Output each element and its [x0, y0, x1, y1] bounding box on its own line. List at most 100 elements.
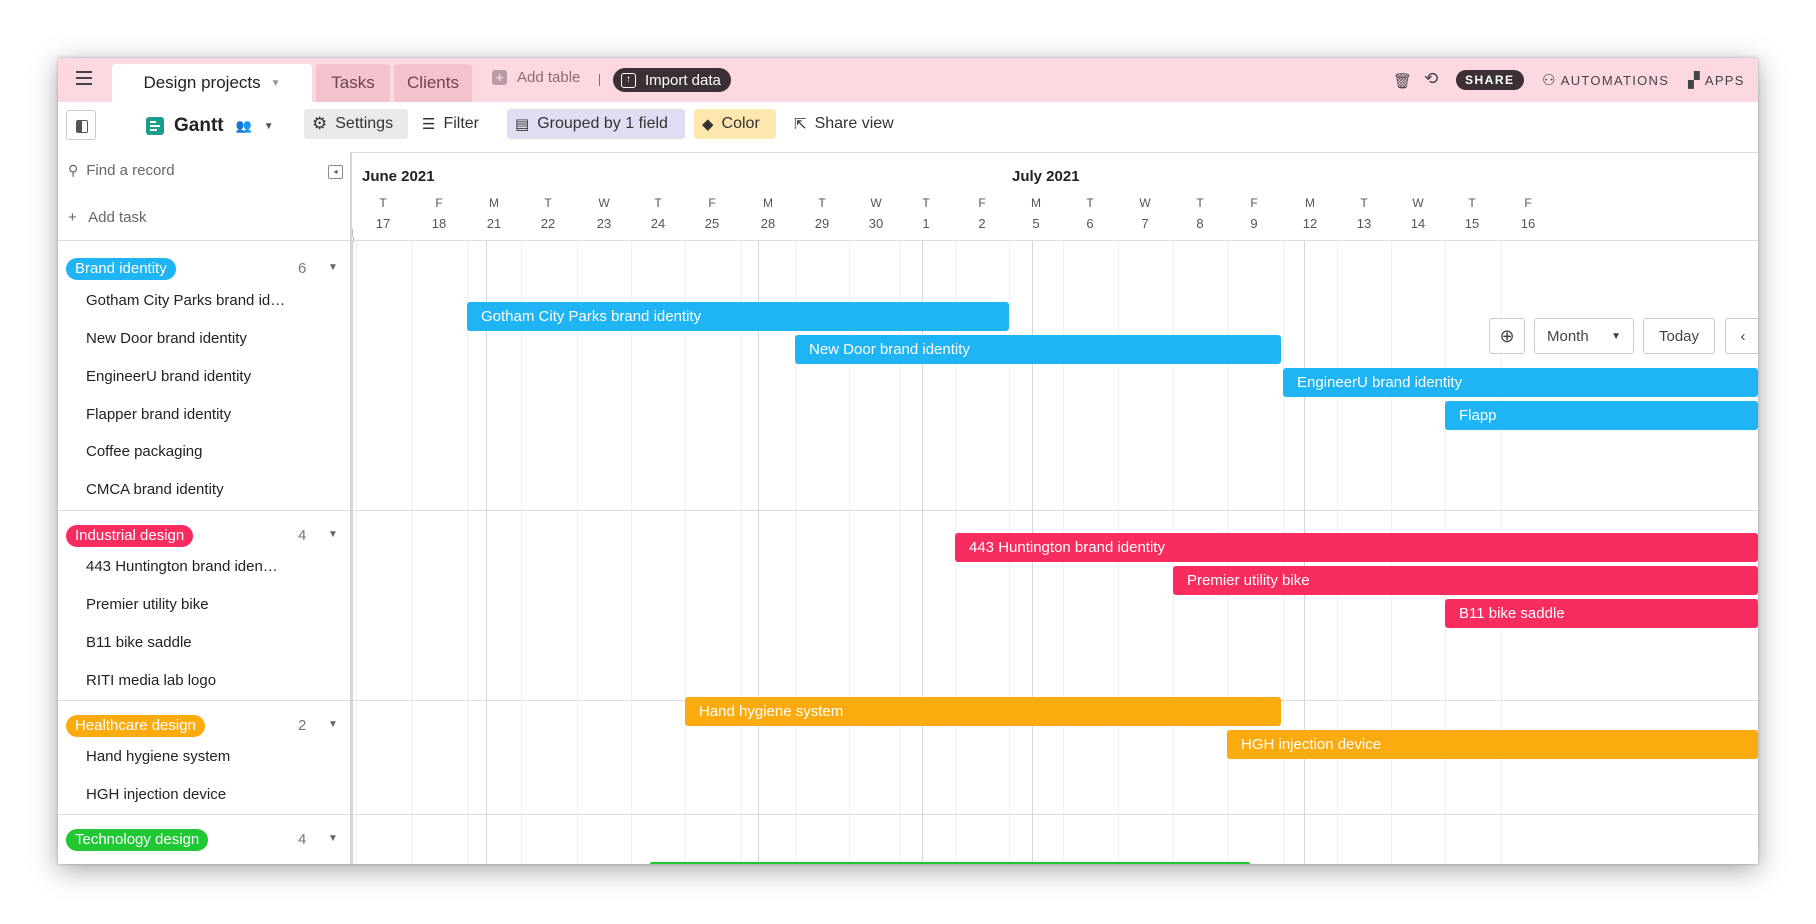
- group-badge: Industrial design: [66, 525, 194, 547]
- divider: [599, 74, 600, 86]
- day-number: 24: [650, 216, 666, 231]
- record-label[interactable]: Flapper brand identity: [86, 406, 231, 423]
- day-letter: W: [598, 196, 610, 210]
- divider: [352, 814, 1758, 815]
- tab-clients[interactable]: Clients: [394, 64, 472, 102]
- day-letter: F: [978, 196, 986, 210]
- import-data-label: Import data: [645, 71, 721, 89]
- grid-line: [352, 241, 353, 864]
- day-number: 17: [375, 216, 391, 231]
- timescale-select[interactable]: Month ▼: [1534, 318, 1634, 354]
- import-data-button[interactable]: ↑ Import data: [613, 68, 731, 92]
- record-label[interactable]: CMCA brand identity: [86, 481, 224, 498]
- group-count: 4: [298, 527, 307, 544]
- tab-label: Tasks: [331, 73, 375, 92]
- day-number: 28: [760, 216, 776, 231]
- grid-line: [486, 241, 487, 864]
- gear-icon: ⚙: [312, 114, 328, 133]
- day-letter: T: [1360, 196, 1368, 210]
- plus-icon: +: [68, 209, 77, 226]
- record-label[interactable]: RITI media lab logo: [86, 672, 216, 689]
- gantt-bar[interactable]: Flapp: [1445, 401, 1758, 430]
- gantt-bar[interactable]: Hand hygiene system: [685, 697, 1281, 726]
- view-name: Gantt: [174, 115, 224, 136]
- download-button[interactable]: ⊕: [1489, 318, 1525, 354]
- chevron-down-icon[interactable]: ▼: [328, 833, 338, 844]
- tab-label: Design projects: [143, 73, 261, 92]
- day-number: 16: [1520, 216, 1536, 231]
- chevron-down-icon[interactable]: ▼: [328, 262, 338, 273]
- collaborative-view-icon: 👥: [235, 118, 252, 133]
- gantt-bar[interactable]: HGH injection device: [1227, 730, 1758, 759]
- day-grid-line: [631, 241, 632, 864]
- today-button[interactable]: Today: [1643, 318, 1715, 354]
- gantt-bar[interactable]: B11 bike saddle: [1445, 599, 1758, 628]
- record-label[interactable]: Gotham City Parks brand id…: [86, 292, 285, 309]
- day-grid-line: [577, 241, 578, 864]
- history-icon[interactable]: ⟲: [1424, 69, 1438, 89]
- day-number: 23: [596, 216, 612, 231]
- chevron-down-icon: ▼: [263, 120, 274, 132]
- day-number: 13: [1356, 216, 1372, 231]
- day-letter: W: [1412, 196, 1424, 210]
- view-switcher[interactable]: Gantt 👥 ▼: [146, 115, 274, 137]
- add-task-button[interactable]: + Add task: [68, 209, 146, 226]
- record-label[interactable]: EngineerU brand identity: [86, 368, 251, 385]
- day-number: 21: [486, 216, 502, 231]
- automations-button[interactable]: ⚇ AUTOMATIONS: [1542, 71, 1669, 89]
- gantt-bar[interactable]: New Door brand identity: [795, 335, 1281, 364]
- add-table-button[interactable]: + Add table: [492, 69, 580, 86]
- day-letter: F: [708, 196, 716, 210]
- record-label[interactable]: Coffee packaging: [86, 443, 202, 460]
- chevron-down-icon[interactable]: ▼: [271, 78, 281, 89]
- gantt-bar[interactable]: EngineerU brand identity: [1283, 368, 1758, 397]
- gantt-bar[interactable]: Gotham City Parks brand identity: [467, 302, 1009, 331]
- collapse-icon[interactable]: ◂: [328, 165, 343, 179]
- color-button[interactable]: ◆ Color: [694, 109, 776, 139]
- day-letter: M: [1031, 196, 1041, 210]
- group-count: 6: [298, 260, 307, 277]
- gantt-bar[interactable]: Premier utility bike: [1173, 566, 1758, 595]
- share-button[interactable]: SHARE: [1456, 70, 1524, 90]
- chevron-down-icon[interactable]: ▼: [328, 719, 338, 730]
- record-label[interactable]: B11 bike saddle: [86, 634, 192, 651]
- day-letter: F: [1250, 196, 1258, 210]
- record-label[interactable]: HGH injection device: [86, 786, 226, 803]
- apps-icon: ▞: [1688, 72, 1701, 89]
- share-view-button[interactable]: ⇱ Share view: [786, 109, 902, 139]
- day-letter: W: [870, 196, 882, 210]
- apps-button[interactable]: ▞ APPS: [1688, 71, 1745, 89]
- gantt-bar[interactable]: 443 Huntington brand identity: [955, 533, 1758, 562]
- search-field[interactable]: ⚲ Find a record: [68, 162, 175, 179]
- chevron-left-icon: ‹: [1740, 327, 1746, 345]
- sidebar-toggle-button[interactable]: [66, 110, 96, 140]
- settings-button[interactable]: ⚙ Settings: [304, 109, 408, 139]
- day-letter: F: [435, 196, 443, 210]
- group-count: 4: [298, 831, 307, 848]
- tab-tasks[interactable]: Tasks: [316, 64, 390, 102]
- record-label[interactable]: Premier utility bike: [86, 596, 209, 613]
- trash-icon[interactable]: 🗑: [1393, 72, 1412, 90]
- gantt-icon: [146, 117, 164, 135]
- day-number: 1: [922, 216, 930, 231]
- day-grid-line: [741, 241, 742, 864]
- group-icon: ▤: [515, 116, 530, 133]
- tab-design-projects[interactable]: Design projects ▼: [112, 64, 312, 102]
- group-button[interactable]: ▤ Grouped by 1 field: [507, 109, 685, 139]
- day-letter: T: [1086, 196, 1094, 210]
- record-label[interactable]: 443 Huntington brand iden…: [86, 558, 278, 575]
- menu-icon[interactable]: [76, 71, 92, 85]
- day-letter: M: [763, 196, 773, 210]
- chevron-down-icon[interactable]: ▼: [328, 529, 338, 540]
- record-label[interactable]: Hand hygiene system: [86, 748, 230, 765]
- filter-button[interactable]: ☰ Filter: [414, 109, 494, 139]
- day-number: 22: [540, 216, 556, 231]
- record-label[interactable]: New Door brand identity: [86, 330, 247, 347]
- group-badge: Brand identity: [66, 258, 176, 280]
- day-number: 6: [1086, 216, 1094, 231]
- gantt-bar[interactable]: [650, 862, 1250, 864]
- day-letter: F: [1524, 196, 1532, 210]
- day-number: 8: [1196, 216, 1204, 231]
- external-share-icon: ⇱: [794, 116, 807, 133]
- previous-button[interactable]: ‹: [1725, 318, 1758, 354]
